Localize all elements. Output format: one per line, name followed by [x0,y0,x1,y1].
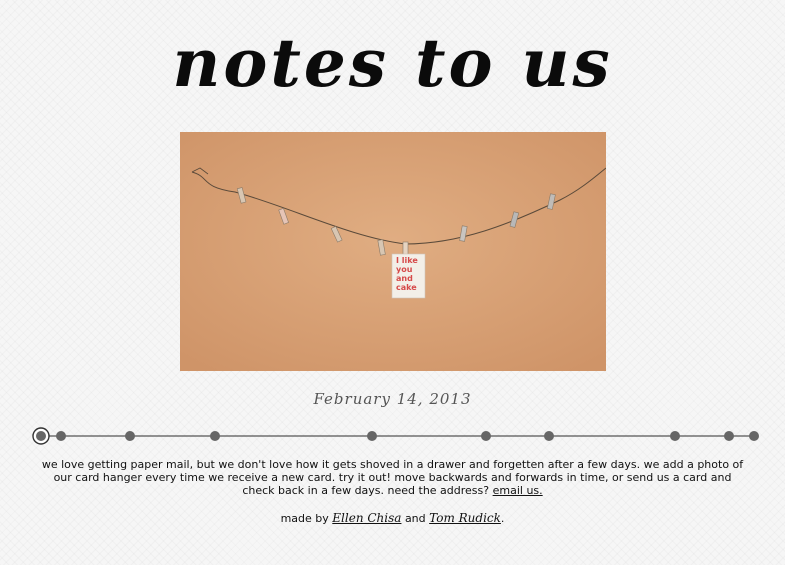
card-hanger-photo: I like you and cake [180,132,606,371]
intro-text: we love getting paper mail, but we don't… [40,458,745,497]
timeline-dot[interactable] [56,431,66,441]
intro-body: we love getting paper mail, but we don't… [41,458,744,497]
page: notes to us I like you and cake February… [0,0,785,565]
credits-suffix: . [500,512,505,525]
site-title: notes to us [172,24,613,102]
timeline-dot[interactable] [749,431,759,441]
timeline-dot[interactable] [481,431,491,441]
timeline-dot[interactable] [670,431,680,441]
card-line-1: I like [396,256,418,265]
author-link-1[interactable]: Ellen Chisa [332,511,401,525]
timeline-dot[interactable] [36,431,46,441]
card-line-2: you [396,265,413,274]
timeline-dot[interactable] [724,431,734,441]
timeline[interactable] [0,422,785,450]
timeline-dot[interactable] [125,431,135,441]
card-line-3: and [396,274,413,283]
card: I like you and cake [391,253,426,299]
credits-prefix: made by [280,512,329,525]
author-link-2[interactable]: Tom Rudick [429,511,501,525]
timeline-dot[interactable] [367,431,377,441]
email-us-link[interactable]: email us. [493,484,543,497]
card-line-4: cake [396,283,417,292]
credits: made by Ellen Chisa and Tom Rudick. [0,511,785,525]
photo-date: February 14, 2013 [313,390,472,408]
credits-joiner: and [404,512,426,525]
timeline-dot[interactable] [544,431,554,441]
timeline-dot[interactable] [210,431,220,441]
